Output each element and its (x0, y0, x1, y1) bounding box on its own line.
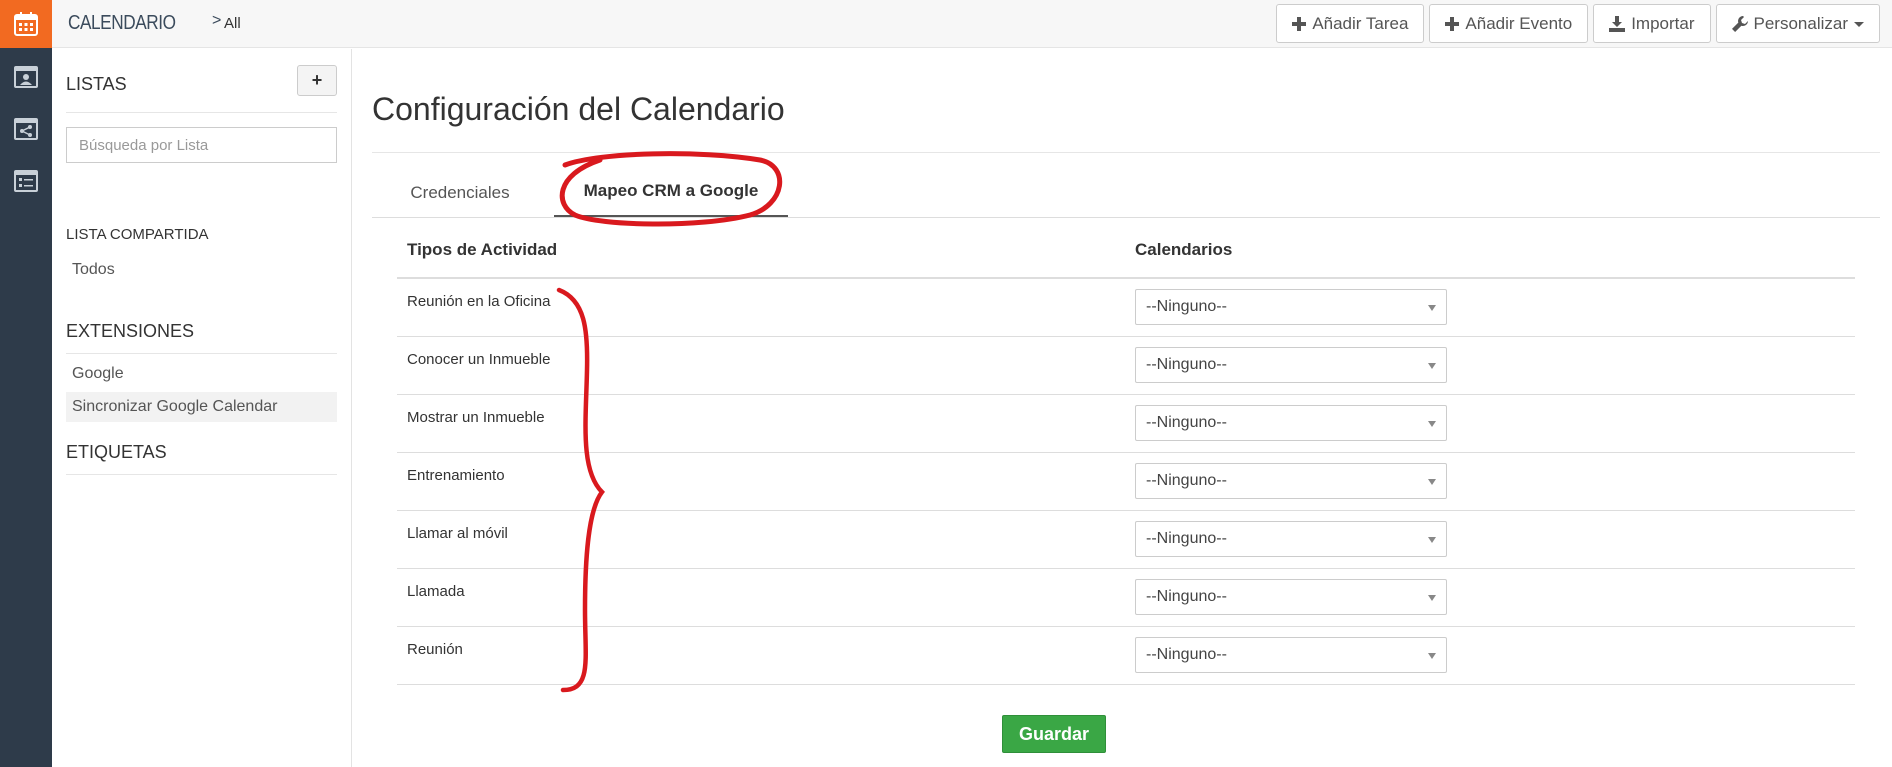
page-title: Configuración del Calendario (372, 91, 785, 127)
add-task-label: Añadir Tarea (1312, 13, 1409, 33)
add-list-button[interactable]: + (297, 65, 337, 96)
customize-button[interactable]: Personalizar (1715, 4, 1880, 43)
download-icon (1609, 15, 1626, 32)
divider (66, 474, 337, 475)
caret-down-icon (1428, 653, 1436, 659)
sidebar-item-todos[interactable]: Todos (66, 255, 337, 285)
calendar-select[interactable]: --Ninguno-- (1135, 463, 1447, 499)
activity-type-label: Reunión (407, 641, 463, 658)
left-rail (0, 0, 52, 767)
calendar-select[interactable]: --Ninguno-- (1135, 521, 1447, 557)
calendar-select-value: --Ninguno-- (1146, 530, 1227, 547)
wrench-icon (1731, 15, 1748, 32)
activity-type-label: Llamar al móvil (407, 525, 508, 542)
tab-credentials[interactable]: Credenciales (374, 167, 546, 218)
column-header-activity-types: Tipos de Actividad (407, 240, 558, 259)
calendar-select[interactable]: --Ninguno-- (1135, 405, 1447, 441)
plus-icon (1292, 16, 1307, 31)
lists-title: LISTAS (66, 74, 127, 94)
table-row: Reunión --Ninguno-- (397, 627, 1855, 685)
rail-list-calendar[interactable] (0, 154, 52, 206)
top-header: CALENDARIO > All Añadir Tarea Añadir Eve… (52, 0, 1892, 48)
plus-icon (1445, 16, 1460, 31)
activity-type-label: Mostrar un Inmueble (407, 409, 545, 426)
calendar-select-value: --Ninguno-- (1146, 298, 1227, 315)
activity-type-label: Reunión en la Oficina (407, 293, 551, 310)
shared-list-title: LISTA COMPARTIDA (66, 226, 209, 243)
add-task-button[interactable]: Añadir Tarea (1276, 4, 1425, 43)
calendar-select-value: --Ninguno-- (1146, 646, 1227, 663)
table-row: Entrenamiento --Ninguno-- (397, 453, 1855, 511)
import-button[interactable]: Importar (1593, 4, 1711, 43)
shared-calendar-icon (14, 118, 38, 140)
tags-title: ETIQUETAS (66, 442, 167, 462)
table-row: Conocer un Inmueble --Ninguno-- (397, 337, 1855, 395)
calendar-select-value: --Ninguno-- (1146, 472, 1227, 489)
tabs-divider (372, 217, 1880, 218)
activity-type-label: Llamada (407, 583, 465, 600)
caret-down-icon (1428, 595, 1436, 601)
calendar-select[interactable]: --Ninguno-- (1135, 579, 1447, 615)
rail-user-calendar[interactable] (0, 50, 52, 102)
app-window: CALENDARIO > All Añadir Tarea Añadir Eve… (0, 0, 1892, 767)
calendar-app-logo[interactable] (0, 0, 52, 48)
caret-down-icon (1428, 305, 1436, 311)
calendar-select[interactable]: --Ninguno-- (1135, 637, 1447, 673)
module-title[interactable]: CALENDARIO (68, 12, 176, 35)
save-button[interactable]: Guardar (1002, 715, 1106, 753)
calendar-select[interactable]: --Ninguno-- (1135, 347, 1447, 383)
list-search-input[interactable] (66, 127, 337, 163)
list-calendar-icon (14, 170, 38, 192)
calendar-select-value: --Ninguno-- (1146, 356, 1227, 373)
caret-down-icon (1428, 537, 1436, 543)
tab-crm-google-mapping[interactable]: Mapeo CRM a Google (554, 167, 788, 218)
import-label: Importar (1631, 13, 1695, 33)
add-event-label: Añadir Evento (1465, 13, 1573, 33)
caret-down-icon (1854, 21, 1864, 27)
divider (66, 353, 337, 354)
sidebar-item-google[interactable]: Google (66, 359, 337, 389)
table-row: Reunión en la Oficina --Ninguno-- (397, 279, 1855, 337)
customize-label: Personalizar (1753, 13, 1849, 33)
breadcrumb[interactable]: All (224, 15, 241, 32)
add-event-button[interactable]: Añadir Evento (1429, 4, 1589, 43)
column-header-calendars: Calendarios (1135, 240, 1233, 259)
divider (66, 112, 337, 113)
extensions-title: EXTENSIONES (66, 321, 195, 341)
caret-down-icon (1428, 479, 1436, 485)
caret-down-icon (1428, 421, 1436, 427)
breadcrumb-separator: > (212, 12, 222, 29)
calendar-select-value: --Ninguno-- (1146, 414, 1227, 431)
activity-type-label: Conocer un Inmueble (407, 351, 551, 368)
calendar-select-value: --Ninguno-- (1146, 588, 1227, 605)
table-row: Llamada --Ninguno-- (397, 569, 1855, 627)
divider (372, 152, 1880, 153)
table-row: Mostrar un Inmueble --Ninguno-- (397, 395, 1855, 453)
sidebar-item-sync-google-calendar[interactable]: Sincronizar Google Calendar (66, 392, 337, 422)
table-row: Llamar al móvil --Ninguno-- (397, 511, 1855, 569)
activity-type-label: Entrenamiento (407, 467, 505, 484)
header-actions: Añadir Tarea Añadir Evento Importar Pers… (1276, 4, 1880, 43)
caret-down-icon (1428, 363, 1436, 369)
sidebar: LISTAS + LISTA COMPARTIDA Todos EXTENSIO… (52, 49, 352, 767)
rail-shared-calendar[interactable] (0, 102, 52, 154)
main-content: Configuración del Calendario Credenciale… (352, 49, 1892, 767)
calendar-select[interactable]: --Ninguno-- (1135, 289, 1447, 325)
user-calendar-icon (14, 66, 38, 88)
calendar-icon (14, 12, 38, 36)
